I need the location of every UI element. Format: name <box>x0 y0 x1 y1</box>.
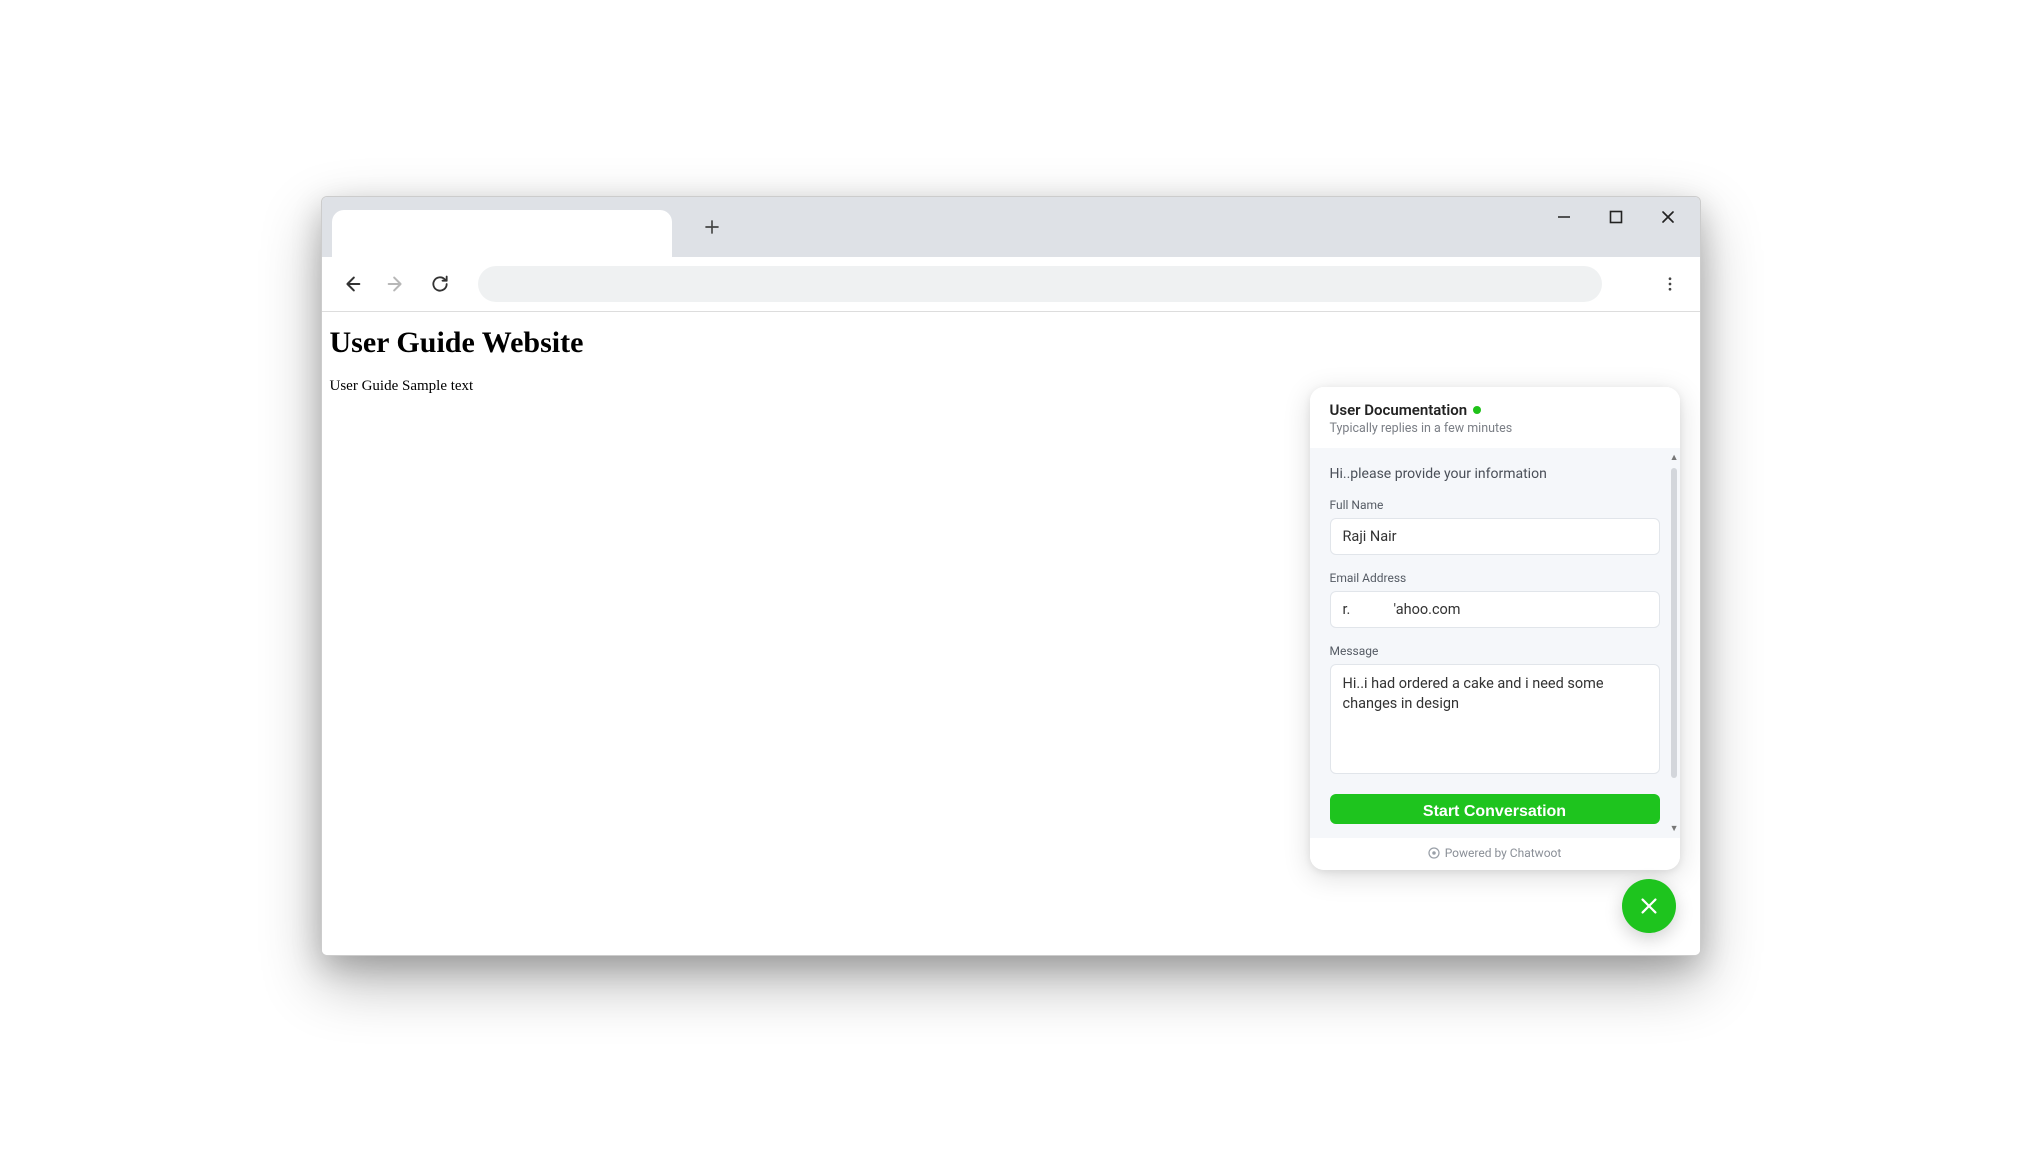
message-group: Message <box>1330 644 1660 778</box>
arrow-right-icon <box>385 273 407 295</box>
address-bar[interactable] <box>478 266 1602 302</box>
start-conversation-button[interactable]: Start Conversation <box>1330 794 1660 824</box>
new-tab-button[interactable] <box>694 209 730 245</box>
status-online-icon <box>1473 406 1481 414</box>
chat-subtitle: Typically replies in a few minutes <box>1330 421 1660 436</box>
full-name-group: Full Name <box>1330 498 1660 555</box>
reload-button[interactable] <box>424 268 456 300</box>
minimize-icon <box>1556 209 1572 225</box>
chat-title: User Documentation <box>1330 401 1468 419</box>
chatwoot-logo-icon <box>1428 847 1440 859</box>
close-icon <box>1660 209 1676 225</box>
window-controls <box>1538 197 1694 237</box>
email-label: Email Address <box>1330 571 1660 585</box>
scroll-down-arrow[interactable]: ▼ <box>1670 823 1679 834</box>
full-name-input[interactable] <box>1330 518 1660 555</box>
chat-header: User Documentation Typically replies in … <box>1310 387 1680 448</box>
forward-button <box>380 268 412 300</box>
email-input[interactable] <box>1330 591 1660 628</box>
browser-window: User Guide Website User Guide Sample tex… <box>321 196 1701 956</box>
reload-icon <box>430 274 450 294</box>
scroll-up-arrow[interactable]: ▲ <box>1670 452 1679 463</box>
page-heading: User Guide Website <box>330 326 1692 360</box>
chat-intro-text: Hi..please provide your information <box>1330 466 1660 482</box>
close-window-button[interactable] <box>1642 198 1694 236</box>
minimize-button[interactable] <box>1538 198 1590 236</box>
maximize-icon <box>1609 210 1623 224</box>
kebab-icon <box>1661 275 1679 293</box>
chat-footer-text: Powered by Chatwoot <box>1445 846 1562 860</box>
message-label: Message <box>1330 644 1660 658</box>
start-conversation-label: Start Conversation <box>1423 804 1566 820</box>
browser-menu-button[interactable] <box>1654 268 1686 300</box>
browser-tab[interactable] <box>332 210 672 257</box>
back-button[interactable] <box>336 268 368 300</box>
close-icon <box>1638 895 1660 917</box>
chat-toggle-bubble[interactable] <box>1622 879 1676 933</box>
message-textarea[interactable] <box>1330 664 1660 774</box>
browser-toolbar <box>322 257 1700 312</box>
maximize-button[interactable] <box>1590 198 1642 236</box>
tab-strip <box>322 197 1700 257</box>
plus-icon <box>703 218 721 236</box>
email-group: Email Address <box>1330 571 1660 628</box>
chat-body: ▲ ▼ Hi..please provide your information … <box>1310 448 1680 838</box>
chat-footer: Powered by Chatwoot <box>1310 838 1680 870</box>
full-name-label: Full Name <box>1330 498 1660 512</box>
widget-scrollbar[interactable] <box>1671 468 1677 778</box>
chat-widget: User Documentation Typically replies in … <box>1310 387 1680 870</box>
arrow-left-icon <box>341 273 363 295</box>
